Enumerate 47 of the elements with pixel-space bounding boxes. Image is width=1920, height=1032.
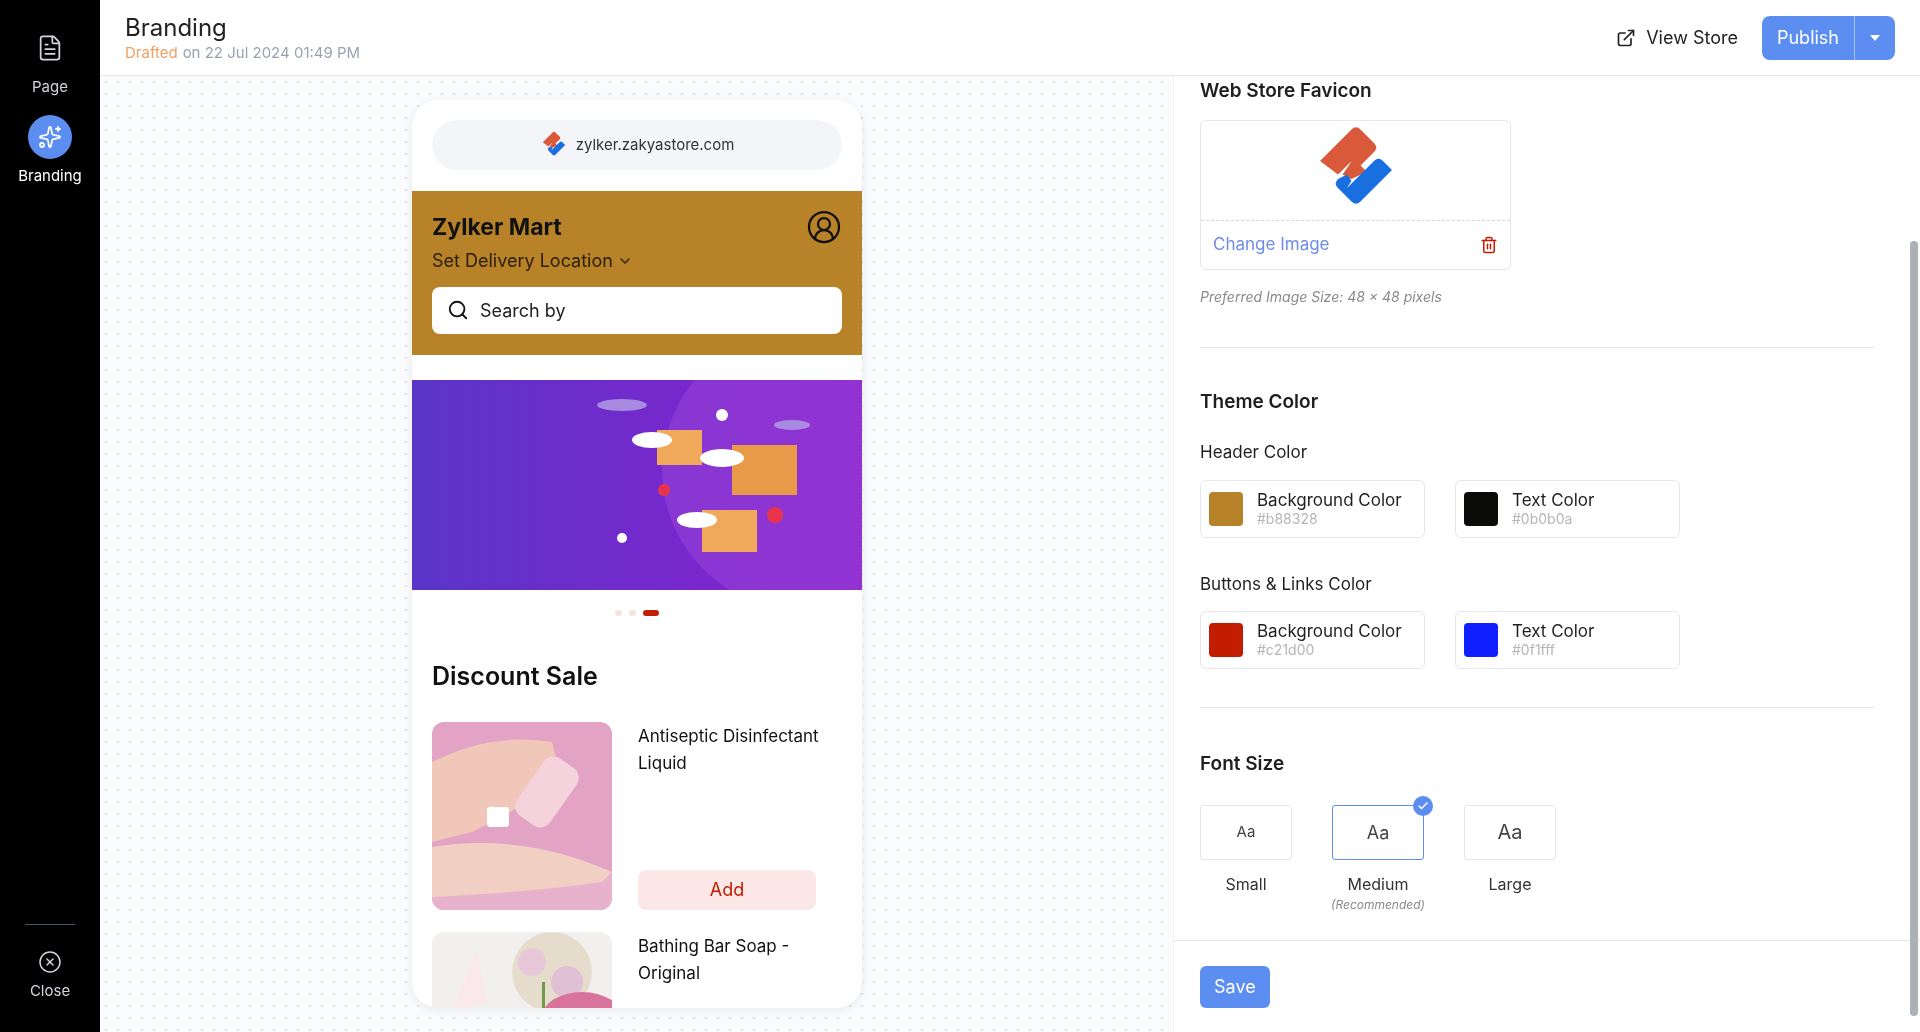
- external-link-icon: [1616, 27, 1637, 48]
- page-title: Branding: [125, 12, 228, 43]
- color-label: Background Color: [1257, 489, 1402, 510]
- section-heading: Web Store Favicon: [1200, 78, 1373, 104]
- color-value: #0f1fff: [1512, 641, 1557, 659]
- status-text: Drafted: [125, 42, 178, 63]
- font-size-label: Large: [1488, 872, 1532, 896]
- store-name: Zylker Mart: [432, 211, 562, 243]
- url-text: zylker.zakyastore.com: [575, 133, 735, 156]
- color-picker[interactable]: Text Color #0b0b0a: [1455, 479, 1680, 538]
- check-badge-icon: [1413, 795, 1433, 816]
- sparkle-icon: [38, 124, 62, 149]
- search-icon: [447, 299, 469, 321]
- timestamp-text: on 22 Jul 2024 01:49 PM: [182, 42, 361, 63]
- color-label: Text Color: [1512, 489, 1595, 510]
- sidebar-item[interactable]: Page: [28, 26, 72, 99]
- section-title: Discount Sale: [432, 660, 599, 693]
- search-field[interactable]: Search by: [432, 287, 842, 334]
- color-picker[interactable]: Background Color #b88328: [1200, 479, 1425, 538]
- section-heading: Theme Color: [1200, 388, 1320, 415]
- section-heading: Font Size: [1200, 751, 1286, 777]
- color-picker[interactable]: Text Color #0f1fff: [1455, 611, 1680, 669]
- color-label: Text Color: [1512, 621, 1595, 641]
- font-size-option[interactable]: Aa: [1464, 804, 1556, 860]
- recommended-note: (Recommended): [1331, 895, 1425, 914]
- sidebar-item[interactable]: Branding: [18, 114, 82, 187]
- image-size-hint: Preferred Image Size: 48 × 48 pixels: [1200, 286, 1443, 307]
- delivery-location-dropdown[interactable]: Set Delivery Location: [432, 247, 633, 274]
- group-label: Header Color: [1200, 441, 1309, 464]
- font-size-label: Small: [1225, 872, 1267, 896]
- font-size-label: Medium: [1347, 872, 1409, 896]
- add-button[interactable]: Add: [638, 869, 816, 910]
- user-icon: [806, 209, 842, 245]
- close-icon: [38, 949, 62, 974]
- delete-icon[interactable]: [1480, 235, 1498, 254]
- color-label: Background Color: [1257, 621, 1402, 641]
- color-picker[interactable]: Background Color #c21d00: [1200, 611, 1425, 669]
- close-button[interactable]: Close: [29, 949, 71, 1002]
- color-value: #b88328: [1257, 509, 1318, 528]
- view-store-link[interactable]: View Store: [1616, 24, 1738, 51]
- product-name: Bathing Bar Soap - Original: [638, 934, 791, 985]
- color-value: #c21d00: [1257, 641, 1316, 659]
- caret-icon: [1870, 34, 1880, 41]
- product-name: Antiseptic Disinfectant Liquid: [638, 724, 820, 775]
- color-value: #0b0b0a: [1512, 509, 1574, 528]
- font-size-option[interactable]: Aa: [1200, 804, 1292, 860]
- group-label: Buttons & Links Color: [1200, 572, 1373, 596]
